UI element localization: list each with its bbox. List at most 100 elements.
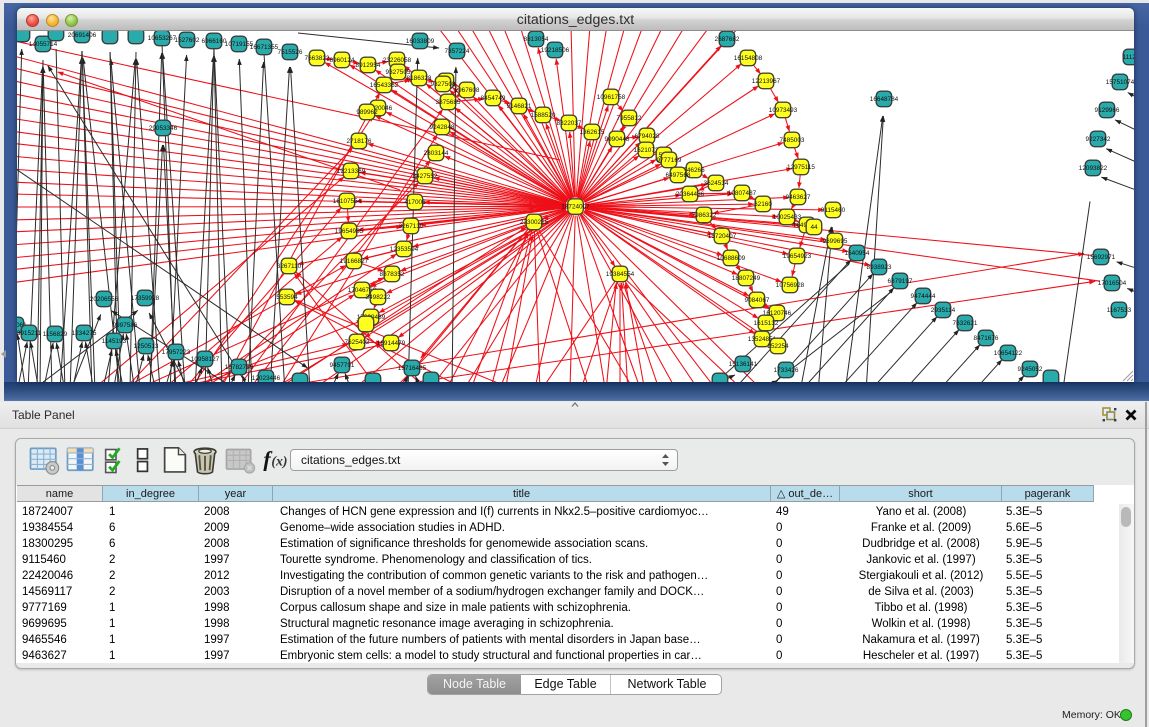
- svg-text:9129966: 9129966: [1095, 107, 1120, 114]
- svg-text:9474444: 9474444: [911, 293, 936, 300]
- svg-text:15692971: 15692971: [1087, 254, 1116, 261]
- svg-text:3498222: 3498222: [366, 294, 391, 301]
- svg-text:9777169: 9777169: [657, 157, 682, 164]
- svg-text:12213967: 12213967: [752, 78, 781, 85]
- svg-text:62160: 62160: [754, 201, 772, 208]
- svg-text:9242848: 9242848: [430, 124, 455, 131]
- svg-text:12023446: 12023446: [252, 375, 281, 382]
- svg-text:15716485: 15716485: [398, 365, 427, 372]
- svg-text:1156829: 1156829: [43, 331, 68, 338]
- svg-text:10025433: 10025433: [773, 214, 802, 221]
- svg-text:16648784: 16648784: [870, 96, 899, 103]
- svg-text:20364436: 20364436: [676, 191, 705, 198]
- svg-text:9990448: 9990448: [605, 136, 630, 143]
- svg-text:19654923: 19654923: [783, 253, 812, 260]
- svg-text:1640954: 1640954: [845, 250, 870, 257]
- svg-text:19166827: 19166827: [340, 258, 369, 265]
- svg-text:1362615: 1362615: [580, 129, 605, 136]
- svg-text:17957223: 17957223: [162, 349, 191, 356]
- svg-text:8960124: 8960124: [330, 57, 355, 64]
- svg-text:3267110: 3267110: [277, 263, 302, 270]
- svg-text:6879197: 6879197: [888, 278, 913, 285]
- svg-text:11125: 11125: [1123, 54, 1134, 61]
- svg-text:2935114: 2935114: [931, 307, 956, 314]
- svg-text:7625402: 7625402: [345, 339, 370, 346]
- svg-text:19384554: 19384554: [606, 271, 635, 278]
- svg-text:1588520: 1588520: [531, 112, 556, 119]
- svg-text:3915211: 3915211: [17, 330, 42, 337]
- svg-text:8878352: 8878352: [380, 271, 405, 278]
- svg-text:1145193: 1145193: [102, 338, 127, 345]
- svg-text:10958127: 10958127: [191, 356, 220, 363]
- svg-text:2967608: 2967608: [455, 87, 480, 94]
- svg-text:16543362: 16543362: [370, 82, 399, 89]
- svg-text:1234275: 1234275: [72, 330, 97, 337]
- svg-text:18724007: 18724007: [561, 204, 590, 211]
- svg-text:1527602: 1527602: [175, 37, 200, 44]
- svg-text:8427552: 8427552: [413, 173, 438, 180]
- svg-text:16107554: 16107554: [333, 198, 362, 205]
- svg-text:6966160: 6966160: [202, 38, 227, 45]
- svg-text:8186328: 8186328: [407, 75, 432, 82]
- svg-text:8471676: 8471676: [974, 335, 999, 342]
- svg-text:3267130: 3267130: [399, 223, 424, 230]
- svg-text:7986322: 7986322: [692, 212, 717, 219]
- svg-text:19218506: 19218506: [541, 47, 570, 54]
- svg-text:9327508: 9327508: [431, 81, 456, 88]
- svg-text:20206556: 20206556: [90, 296, 119, 303]
- svg-text:14055714: 14055714: [29, 41, 58, 48]
- svg-text:2687682: 2687682: [715, 36, 740, 43]
- svg-text:2803144: 2803144: [424, 150, 449, 157]
- svg-text:1167533: 1167533: [1107, 307, 1132, 314]
- svg-text:29053346: 29053346: [149, 125, 178, 132]
- svg-text:7515526: 7515526: [278, 49, 303, 56]
- svg-text:18807249: 18807249: [732, 275, 761, 282]
- svg-text:23226058: 23226058: [383, 57, 412, 64]
- svg-text:12353594: 12353594: [390, 246, 419, 253]
- svg-text:3875685: 3875685: [436, 99, 461, 106]
- svg-text:9115460: 9115460: [821, 207, 846, 214]
- svg-text:20691406: 20691406: [68, 32, 97, 39]
- svg-text:7955812: 7955812: [617, 115, 642, 122]
- svg-text:8912954: 8912954: [356, 62, 381, 69]
- svg-text:12213369: 12213369: [337, 168, 366, 175]
- svg-text:8938923: 8938923: [867, 264, 892, 271]
- svg-text:16671355: 16671355: [250, 44, 279, 51]
- svg-text:16782759: 16782759: [225, 364, 254, 371]
- svg-text:417006: 417006: [404, 199, 426, 206]
- svg-text:1615132: 1615132: [754, 320, 779, 327]
- svg-text:(x): (x): [271, 454, 287, 470]
- svg-text:16033809: 16033809: [406, 38, 435, 45]
- svg-text:9084067: 9084067: [745, 297, 770, 304]
- svg-text:1733426: 1733426: [774, 367, 799, 374]
- svg-text:3624534: 3624534: [704, 180, 729, 187]
- svg-text:8813054: 8813054: [524, 36, 549, 43]
- svg-text:7663822: 7663822: [305, 55, 330, 62]
- svg-text:10653267: 10653267: [148, 35, 177, 42]
- svg-text:19654985: 19654985: [335, 228, 364, 235]
- svg-text:6794028: 6794028: [635, 133, 660, 140]
- svg-text:23300215: 23300215: [520, 219, 549, 226]
- svg-text:553594: 553594: [276, 294, 298, 301]
- svg-text:16154808: 16154808: [734, 55, 763, 62]
- svg-text:15136141: 15136141: [729, 361, 758, 368]
- svg-text:8322037: 8322037: [557, 120, 582, 127]
- svg-text:7485003: 7485003: [780, 137, 805, 144]
- svg-text:9245052: 9245052: [1018, 366, 1043, 373]
- svg-text:252254: 252254: [767, 343, 789, 350]
- svg-text:10807487: 10807487: [728, 190, 757, 197]
- svg-text:12975115: 12975115: [787, 164, 815, 171]
- svg-text:15751074: 15751074: [1106, 79, 1134, 86]
- svg-text:8454749: 8454749: [481, 95, 506, 102]
- svg-text:9699695: 9699695: [823, 238, 848, 245]
- svg-text:10961758: 10961758: [597, 94, 626, 101]
- svg-text:2718176: 2718176: [347, 138, 372, 145]
- svg-text:17359928: 17359928: [131, 295, 160, 302]
- svg-text:7632621: 7632621: [953, 320, 978, 327]
- svg-text:44: 44: [810, 224, 818, 231]
- svg-text:7357224: 7357224: [445, 48, 470, 55]
- svg-text:10756928: 10756928: [776, 282, 805, 289]
- svg-text:9227342: 9227342: [1086, 136, 1111, 143]
- svg-text:12093822: 12093822: [1079, 165, 1108, 172]
- svg-text:9997586: 9997586: [113, 322, 138, 329]
